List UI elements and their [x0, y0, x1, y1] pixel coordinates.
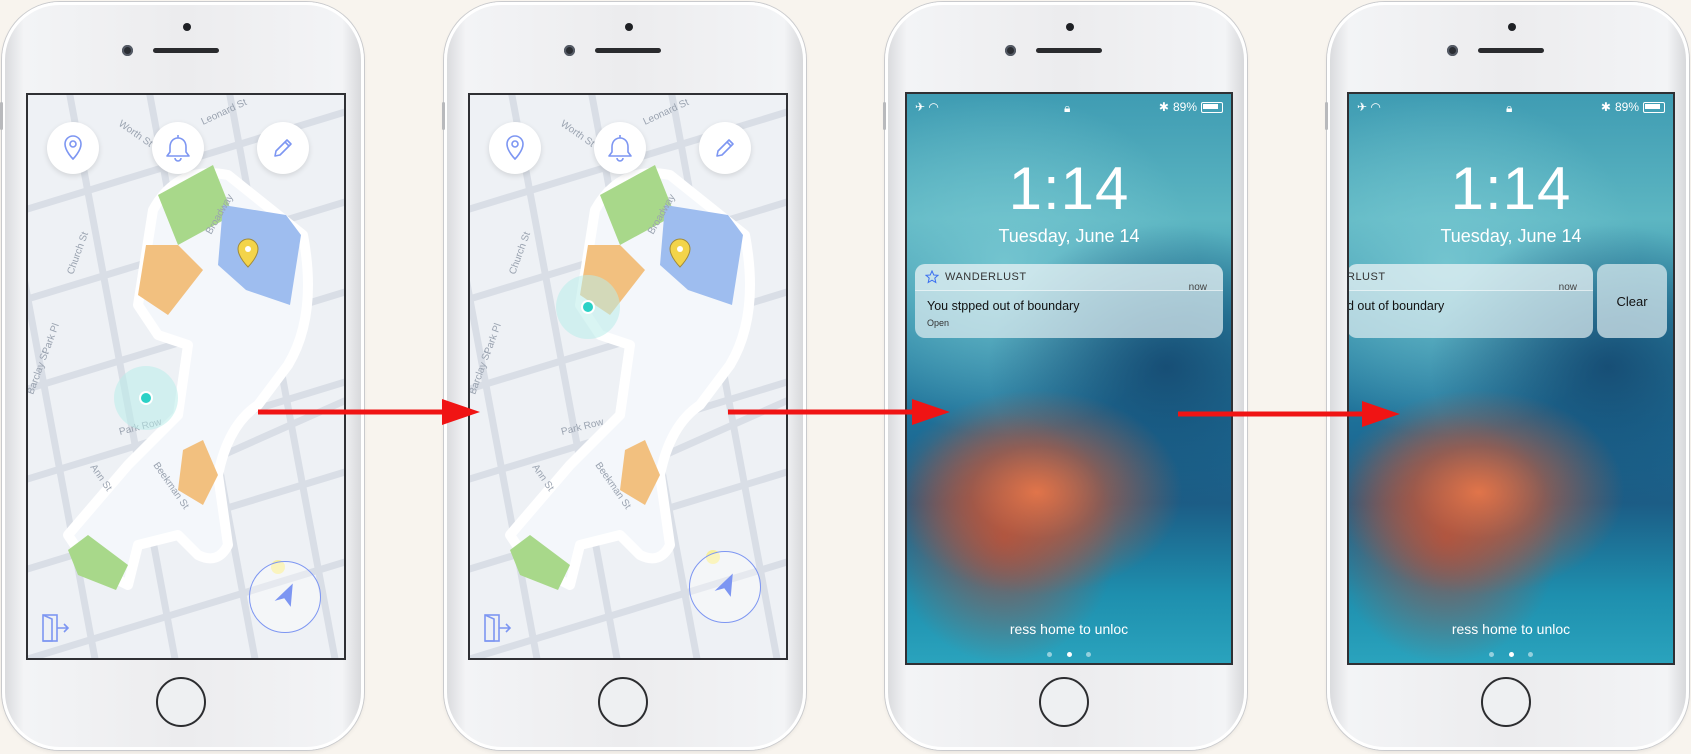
battery-percent: 89% [1614, 100, 1639, 114]
phone-1: Park Row Beekman St Ann St Broadway Chur… [0, 2, 364, 750]
home-button[interactable] [156, 677, 206, 727]
street-label: Worth St [116, 118, 154, 149]
navigation-arrow-icon [274, 583, 293, 607]
bell-button[interactable] [594, 122, 646, 174]
lock-clock: 1:14 [1008, 155, 1130, 222]
proximity-sensor [1066, 23, 1074, 31]
notification-message: d out of boundary [1347, 299, 1445, 313]
location-pin-button[interactable] [489, 122, 541, 174]
lock-date: Tuesday, June 14 [1440, 226, 1582, 246]
mute-switch [883, 102, 886, 130]
street-label: Ann St [530, 462, 556, 493]
exit-door-icon[interactable] [482, 612, 512, 644]
pencil-button[interactable] [257, 122, 309, 174]
lock-date: Tuesday, June 14 [998, 226, 1140, 246]
status-bar: ✈ ︎◠ 🔒︎ ✱ 89% [907, 100, 1231, 115]
flow-arrow-3 [1178, 401, 1400, 427]
bell-icon [166, 135, 190, 162]
notification-card-swiped[interactable]: RLUST now d out of boundary [1347, 264, 1593, 338]
proximity-sensor [183, 23, 191, 31]
notification-time: now [1558, 282, 1577, 293]
bluetooth-icon: ✱ [1158, 100, 1169, 114]
bell-button[interactable] [152, 122, 204, 174]
home-button[interactable] [1039, 677, 1089, 727]
camera-icon [1086, 652, 1091, 657]
airplane-wifi-icon: ✈ ︎◠ [1357, 100, 1381, 114]
camera-icon [1528, 652, 1533, 657]
padlock-icon: 🔒︎ [1506, 101, 1513, 115]
airplane-wifi-icon: ✈ ︎◠ [915, 100, 939, 114]
street-label: Ann St [88, 462, 114, 493]
location-pin-icon [506, 135, 524, 161]
status-bar: ✈ ︎◠ 🔒︎ ✱ 89% [1349, 100, 1673, 115]
mute-switch [0, 102, 3, 130]
earpiece-speaker [153, 48, 219, 53]
exit-door-icon[interactable] [40, 612, 70, 644]
mute-switch [1325, 102, 1328, 130]
proximity-sensor [625, 23, 633, 31]
map-screen-inside: Park Row Beekman St Ann St Broadway Chur… [26, 93, 346, 660]
street-label: Leonard St [200, 97, 249, 128]
notification-header: RLUST [1347, 264, 1593, 291]
pencil-icon [274, 139, 292, 157]
home-button[interactable] [1481, 677, 1531, 727]
mute-switch [442, 102, 445, 130]
flow-arrow-2 [728, 399, 950, 425]
notification-header: WANDERLUST [915, 264, 1223, 291]
bluetooth-icon: ✱ [1600, 100, 1611, 114]
phone-2: Park Row Beekman St Ann St Broadway Chur… [442, 2, 806, 750]
lock-clock: 1:14 [1450, 155, 1572, 222]
pencil-button[interactable] [699, 122, 751, 174]
battery-icon [1643, 101, 1665, 113]
street-label: Church St [65, 230, 91, 276]
earpiece-speaker [1036, 48, 1102, 53]
front-camera [122, 45, 133, 56]
lock-screen: ✈ ︎◠ 🔒︎ ✱ 89% 1:14 Tuesday, June 14 WANDE… [905, 92, 1233, 665]
navigate-button[interactable] [249, 561, 321, 633]
front-camera [1447, 45, 1458, 56]
padlock-icon: 🔒︎ [1064, 101, 1071, 115]
street-label: Leonard St [642, 97, 691, 128]
pencil-icon [716, 139, 734, 157]
unlock-hint: ress home to unloc [1009, 621, 1129, 637]
user-location-icon [556, 275, 620, 339]
battery-icon [1201, 101, 1223, 113]
page-indicator [1047, 652, 1091, 657]
navigation-arrow-icon [714, 573, 733, 597]
lock-screen: ✈ ︎◠ 🔒︎ ✱ 89% 1:14 Tuesday, June 14 RLUST… [1347, 92, 1675, 665]
notification-app-name: WANDERLUST [945, 271, 1027, 283]
location-pin-icon [64, 135, 82, 161]
page-indicator [1489, 652, 1533, 657]
phone-4: ✈ ︎◠ 🔒︎ ✱ 89% 1:14 Tuesday, June 14 RLUST… [1325, 2, 1689, 750]
map-screen-outside: Park Row Beekman St Ann St Broadway Chur… [468, 93, 788, 660]
bell-icon [608, 135, 632, 162]
proximity-sensor [1508, 23, 1516, 31]
user-location-icon [114, 366, 178, 430]
notification-open-action[interactable]: Open [927, 318, 949, 328]
phone-3: ✈ ︎◠ 🔒︎ ✱ 89% 1:14 Tuesday, June 14 WANDE… [883, 2, 1247, 750]
front-camera [564, 45, 575, 56]
location-pin-button[interactable] [47, 122, 99, 174]
notification-message: You stpped out of boundary [927, 299, 1080, 313]
clear-notification-button[interactable]: Clear [1597, 264, 1667, 338]
flow-arrow-1 [258, 399, 480, 425]
street-label: Church St [507, 230, 533, 276]
battery-percent: 89% [1172, 100, 1197, 114]
navigate-button[interactable] [689, 551, 761, 623]
front-camera [1005, 45, 1016, 56]
notification-time: now [1188, 282, 1207, 293]
earpiece-speaker [595, 48, 661, 53]
street-label: Worth St [558, 118, 596, 149]
unlock-hint: ress home to unloc [1451, 621, 1571, 637]
earpiece-speaker [1478, 48, 1544, 53]
notification-app-name: RLUST [1347, 271, 1386, 283]
home-button[interactable] [598, 677, 648, 727]
star-icon [925, 270, 939, 284]
notification-card[interactable]: WANDERLUST now You stpped out of boundar… [915, 264, 1223, 338]
